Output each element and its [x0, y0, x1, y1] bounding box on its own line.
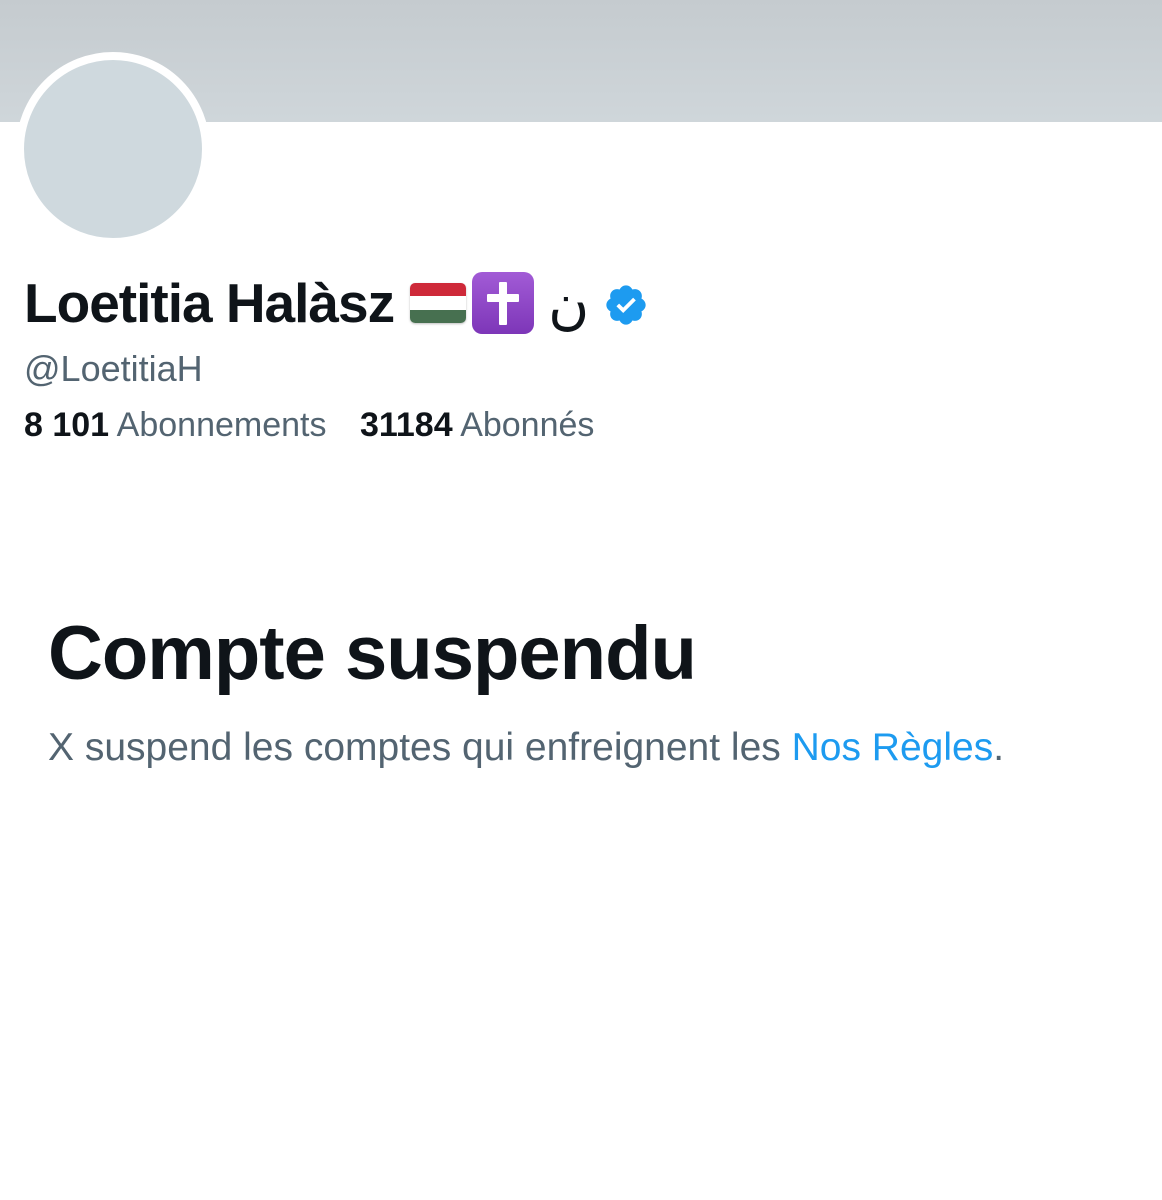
- verified-badge-icon[interactable]: [603, 282, 649, 328]
- profile-name-row: Loetitia Halàsz ن: [24, 268, 649, 338]
- profile-page: Loetitia Halàsz ن @LoetitiaH 8 101 Abonn…: [0, 0, 1162, 1200]
- suspended-message-text: X suspend les comptes qui enfreignent le…: [48, 726, 792, 769]
- avatar[interactable]: [16, 52, 210, 246]
- following-label: Abonnements: [116, 406, 327, 444]
- latin-cross-icon: [472, 272, 535, 334]
- suspended-message: X suspend les comptes qui enfreignent le…: [48, 726, 1004, 770]
- following-count: 8 101: [24, 406, 110, 444]
- followers-count: 31184: [359, 406, 453, 444]
- suspended-message-suffix: .: [993, 726, 1005, 769]
- profile-stats: 8 101 Abonnements 31184 Abonnés: [24, 406, 618, 445]
- arabic-nun-character: ن: [548, 272, 590, 337]
- followers-stat[interactable]: 31184 Abonnés: [360, 406, 594, 444]
- profile-handle: @LoetitiaH: [24, 348, 203, 389]
- rules-link[interactable]: Nos Règles: [792, 726, 994, 769]
- following-stat[interactable]: 8 101 Abonnements: [24, 406, 336, 444]
- display-name: Loetitia Halàsz: [24, 272, 395, 334]
- hungary-flag-icon: [410, 283, 467, 323]
- suspended-title: Compte suspendu: [48, 611, 697, 696]
- followers-label: Abonnés: [460, 406, 595, 444]
